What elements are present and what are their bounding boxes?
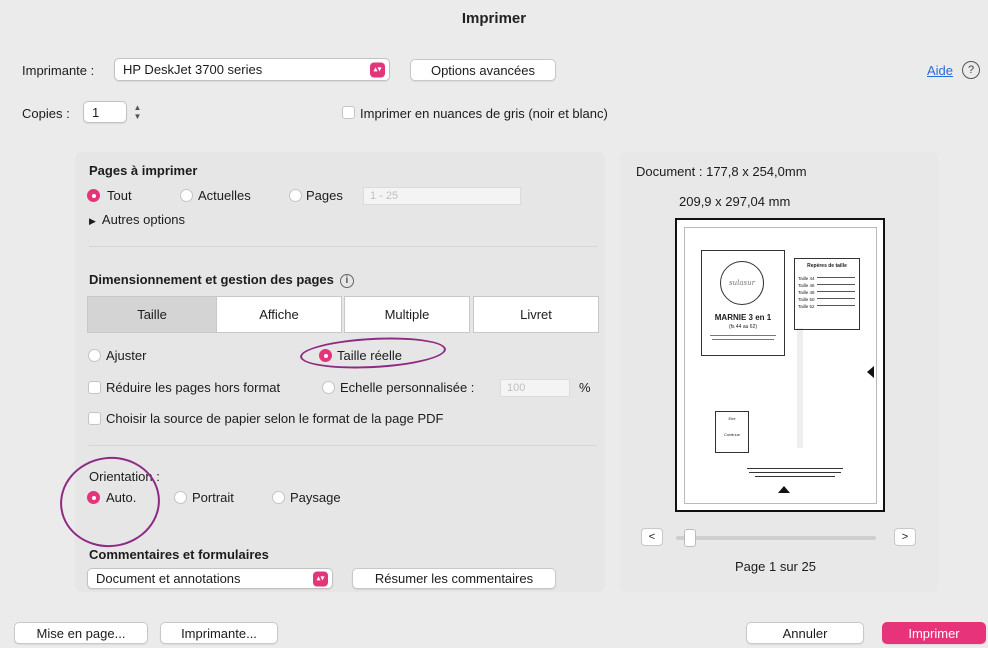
- size-item: Taille 48: [798, 290, 815, 295]
- vertical-guide: [797, 328, 803, 448]
- prev-page-button[interactable]: <: [641, 528, 663, 546]
- cancel-button[interactable]: Annuler: [746, 622, 864, 644]
- copies-label: Copies :: [22, 106, 70, 121]
- pages-current-label: Actuelles: [198, 188, 251, 203]
- small-box-value: Continue: [723, 432, 740, 437]
- tab-taille[interactable]: Taille: [87, 296, 217, 333]
- page-preview: sulasur MARNIE 3 en 1 (fs 44 au 62) Repè…: [675, 218, 885, 512]
- pattern-title: MARNIE 3 en 1: [714, 313, 772, 322]
- paper-source-label: Choisir la source de papier selon le for…: [106, 411, 444, 426]
- dialog-title: Imprimer: [461, 10, 527, 27]
- chevron-updown-icon: ▴▾: [313, 571, 328, 586]
- chevron-updown-icon: ▴▾: [370, 62, 385, 77]
- size-table-title: Repères de taille: [807, 263, 847, 269]
- text-line: [749, 472, 841, 473]
- percent-label: %: [579, 380, 591, 395]
- text-line: [755, 476, 835, 477]
- custom-scale-radio[interactable]: [322, 381, 335, 394]
- text-line: [747, 468, 843, 469]
- rule-line: [817, 291, 855, 292]
- small-label-box: Eire Continue: [715, 411, 749, 453]
- rule-line: [817, 284, 855, 285]
- size-table: Repères de taille Taille 44 Taille 46 Ta…: [794, 258, 860, 330]
- info-icon[interactable]: i: [339, 273, 354, 288]
- pages-range-radio[interactable]: [289, 189, 302, 202]
- shrink-checkbox[interactable]: [88, 381, 101, 394]
- tab-affiche[interactable]: Affiche: [216, 296, 342, 333]
- comments-select-value: Document et annotations: [96, 571, 241, 586]
- grayscale-checkbox[interactable]: [342, 106, 355, 119]
- pages-section-title: Pages à imprimer: [89, 163, 198, 178]
- more-options-label: Autres options: [101, 212, 186, 227]
- pattern-label-box: sulasur MARNIE 3 en 1 (fs 44 au 62): [701, 250, 785, 356]
- page-slider-track[interactable]: [676, 536, 876, 540]
- page-setup-button[interactable]: Mise en page...: [14, 622, 148, 644]
- sizing-section-title-text: Dimensionnement et gestion des pages: [89, 272, 334, 287]
- size-item: Taille 50: [798, 297, 815, 302]
- pages-current-radio[interactable]: [180, 189, 193, 202]
- document-size: Document : 177,8 x 254,0mm: [636, 164, 807, 179]
- printer-select-value: HP DeskJet 3700 series: [123, 62, 263, 77]
- orientation-portrait-label: Portrait: [192, 490, 234, 505]
- comments-section-title: Commentaires et formulaires: [89, 547, 269, 562]
- rule-line: [817, 277, 855, 278]
- sizing-section-title: Dimensionnement et gestion des pages i: [89, 272, 354, 288]
- size-item: Taille 44: [798, 276, 815, 281]
- size-item: Taille 46: [798, 283, 815, 288]
- custom-scale-input[interactable]: 100: [500, 379, 570, 397]
- grayscale-label: Imprimer en nuances de gris (noir et bla…: [360, 106, 608, 121]
- text-line: [712, 339, 774, 340]
- orientation-landscape-label: Paysage: [290, 490, 341, 505]
- print-button[interactable]: Imprimer: [882, 622, 986, 644]
- orientation-portrait-radio[interactable]: [174, 491, 187, 504]
- paper-source-checkbox[interactable]: [88, 412, 101, 425]
- printer-label: Imprimante :: [22, 63, 95, 78]
- help-icon[interactable]: ?: [962, 61, 980, 79]
- copies-value: 1: [92, 104, 100, 120]
- paper-size: 209,9 x 297,04 mm: [679, 194, 791, 209]
- custom-scale-label: Echelle personnalisée :: [340, 380, 475, 395]
- size-item: Taille 52: [798, 304, 815, 309]
- pages-all-label: Tout: [107, 188, 132, 203]
- pages-all-radio[interactable]: [87, 189, 100, 202]
- page-slider-knob[interactable]: [683, 529, 696, 547]
- pattern-subtitle: (fs 44 au 62): [728, 324, 758, 330]
- summarize-comments-button[interactable]: Résumer les commentaires: [352, 568, 556, 589]
- disclosure-triangle-icon: ▶: [89, 216, 96, 226]
- copies-stepper[interactable]: ▲ ▼: [132, 101, 143, 123]
- page-indicator: Page 1 sur 25: [735, 559, 816, 574]
- next-page-button[interactable]: >: [894, 528, 916, 546]
- fit-radio[interactable]: [88, 349, 101, 362]
- printer-select[interactable]: HP DeskJet 3700 series ▴▾: [114, 58, 390, 81]
- size-list: Taille 44 Taille 46 Taille 48 Taille 50 …: [798, 275, 815, 310]
- arrow-up-mark-icon: [778, 486, 790, 493]
- page-sheet: sulasur MARNIE 3 en 1 (fs 44 au 62) Repè…: [684, 227, 877, 504]
- fit-label: Ajuster: [106, 348, 147, 363]
- rule-line: [817, 305, 855, 306]
- tab-livret[interactable]: Livret: [473, 296, 599, 333]
- arrow-left-mark-icon: [867, 366, 874, 378]
- pages-range-label: Pages: [306, 188, 343, 203]
- comments-select[interactable]: Document et annotations ▴▾: [87, 568, 333, 589]
- rule-line: [817, 298, 855, 299]
- copies-input[interactable]: 1: [83, 101, 127, 123]
- small-box-title: Eire: [728, 416, 736, 421]
- pages-range-input[interactable]: 1 - 25: [363, 187, 521, 205]
- printer-button[interactable]: Imprimante...: [160, 622, 278, 644]
- brand-logo: sulasur: [720, 261, 764, 305]
- help-link[interactable]: Aide: [927, 63, 953, 78]
- more-options-toggle[interactable]: ▶ Autres options: [89, 212, 185, 227]
- section-divider: [89, 246, 597, 247]
- tab-multiple[interactable]: Multiple: [344, 296, 470, 333]
- advanced-options-button[interactable]: Options avancées: [410, 59, 556, 81]
- orientation-landscape-radio[interactable]: [272, 491, 285, 504]
- text-line: [710, 335, 776, 336]
- section-divider-2: [89, 445, 597, 446]
- shrink-label: Réduire les pages hors format: [106, 380, 281, 395]
